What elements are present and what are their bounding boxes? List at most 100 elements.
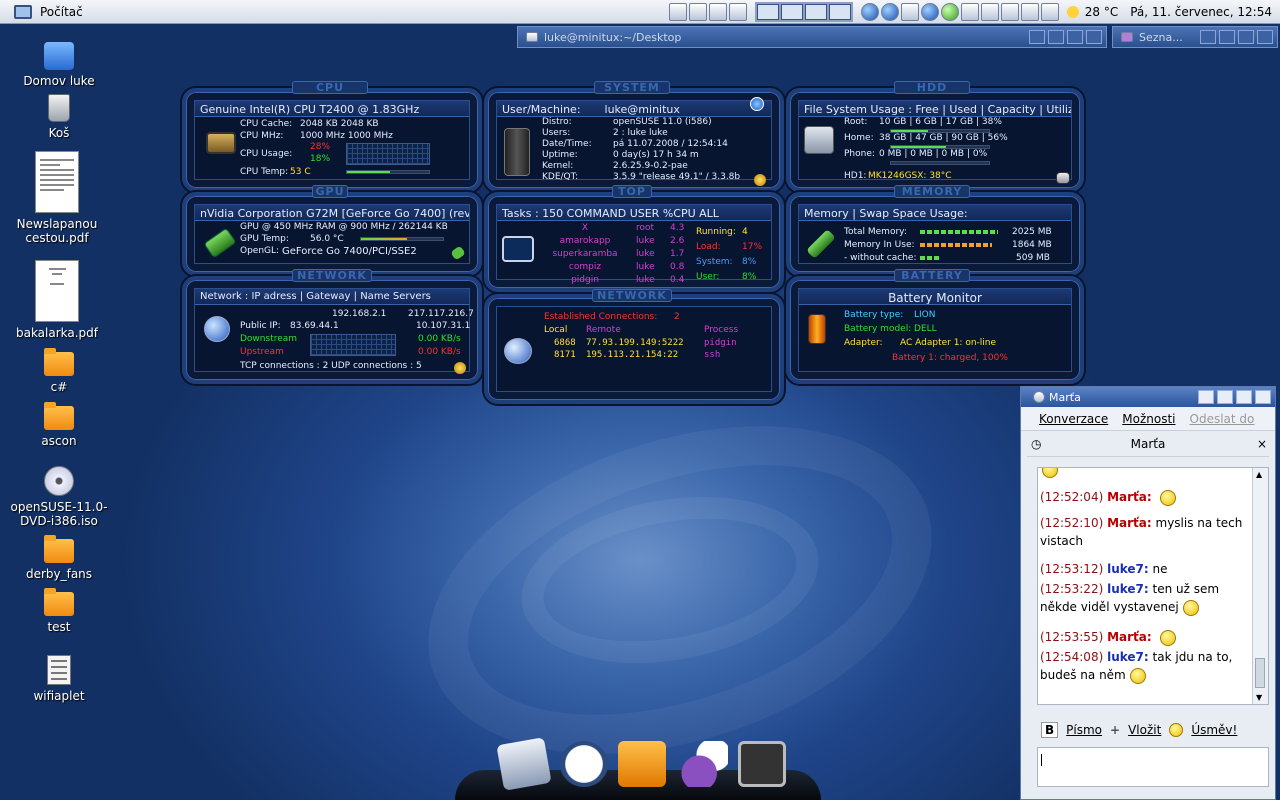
cpu-cache-value: 2048 KB 2048 KB [300,119,379,129]
desktop-icon-label: Koš [48,126,70,140]
scrollbar-thumb[interactable] [1255,658,1265,688]
message-input[interactable] [1037,747,1269,787]
established-connections-label: Established Connections: [544,312,658,322]
battery-model-label: Battery model: [844,324,912,334]
remote-column-header: Remote [586,325,621,335]
chat-tab[interactable]: ◷ Marťa × [1027,431,1269,457]
battery-type-label: Battery type: [844,310,904,320]
menu-options[interactable]: Možnosti [1122,412,1175,426]
menu-conversation[interactable]: Konverzace [1039,412,1108,426]
pager-desktop-4[interactable] [828,4,851,20]
notes-icon[interactable] [728,3,747,21]
tab-close-icon[interactable]: × [1257,431,1267,457]
konsole-task-button[interactable]: luke@minitux:~/Desktop [517,26,1107,48]
maximize-button[interactable] [1067,30,1083,44]
cpu-usage-graph [346,143,430,165]
network-icon[interactable] [980,3,999,21]
network-tag: NETWORK [292,269,372,282]
pager-desktop-1[interactable] [756,4,779,20]
hdd-tag: HDD [894,81,970,94]
desktop-icon-label: Newslapanou cestou.pdf [16,217,98,245]
chat-scrollbar[interactable]: ▲ ▼ [1252,468,1268,704]
minimize-button[interactable] [1219,30,1235,44]
cursor-icon[interactable] [1020,3,1039,21]
close-button[interactable] [1257,30,1273,44]
network-globe-icon[interactable] [860,3,879,21]
volume-icon[interactable] [1000,3,1019,21]
insert-button[interactable]: Vložit [1128,723,1161,737]
status-icon[interactable] [920,3,939,21]
smiley-icon [1159,489,1176,506]
device-icon[interactable] [688,3,707,21]
system-tray: 28 °C Pá, 11. červenec, 12:54 [668,0,1280,24]
desktop-pager[interactable] [754,2,853,22]
desktop-icon-folder[interactable]: derby_fans [4,535,114,581]
desktop-icon-pdf[interactable]: bakalarka.pdf [2,260,112,340]
smiley-button[interactable]: Úsměv! [1191,723,1237,737]
clock-icon[interactable] [560,741,608,787]
desktop-icon-folder[interactable]: ascon [4,402,114,448]
opengl-value: GeForce Go 7400/PCI/SSE2 [282,246,417,257]
minimize-button[interactable] [1048,30,1064,44]
chat-log[interactable]: (12:52:04) Marťa: (12:52:10) Marťa: mysl… [1037,467,1269,705]
pidgin-task-button[interactable]: Sezna... [1112,26,1278,48]
device-icon[interactable] [708,3,727,21]
pidgin-icon[interactable] [680,741,728,787]
folder-icon [44,588,74,616]
top-tag: TOP [612,185,652,198]
desktop-icon-text[interactable]: wifiaplet [4,655,114,703]
restore-button[interactable] [1217,390,1233,404]
battery-header: Battery Monitor [799,289,1071,305]
network-settings-icon[interactable] [454,362,466,374]
message-timestamp: (12:52:04) [1040,490,1104,504]
settings-gear-icon[interactable] [754,174,766,186]
folder-icon[interactable] [618,741,666,787]
clipboard-icon[interactable] [960,3,979,21]
public-ip-label: Public IP: [240,321,281,331]
desktop-icon-iso[interactable]: openSUSE-11.0-DVD-i386.iso [4,466,114,528]
close-button[interactable] [1255,390,1271,404]
network-header: Network : IP adress | Gateway | Name Ser… [195,289,469,305]
cpu-temp-value: 53 C [290,167,311,177]
distro-label: Distro: [542,117,572,127]
uptime-value: 0 day(s) 17 h 34 m [613,150,699,160]
info-icon[interactable] [750,97,764,111]
newspaper-globe-icon[interactable] [496,737,552,791]
screenshot-icon[interactable] [1040,3,1059,21]
gpu-monitor: nVidia Corporation G72M [GeForce Go 7400… [182,192,482,276]
process-column-header: Process [704,325,739,335]
desktop-icon-pdf[interactable]: Newslapanou cestou.pdf [2,151,112,245]
distro-value: openSUSE 11.0 (i586) [613,117,712,127]
scroll-up-icon[interactable]: ▲ [1256,470,1262,479]
desktop-icon-trash[interactable]: Koš [4,94,114,140]
font-button[interactable]: Písmo [1066,723,1102,737]
connections-tag: NETWORK [592,289,672,302]
disk-settings-icon[interactable] [1056,172,1070,184]
desktop-icon-home[interactable]: Domov luke [4,42,114,88]
window-shade-button[interactable] [1200,30,1216,44]
online-status-icon[interactable] [940,3,959,21]
terminal-icon[interactable] [738,741,786,787]
browser-icon[interactable] [880,3,899,21]
weather-temperature[interactable]: 28 °C [1085,5,1118,19]
menu-send-to[interactable]: Odeslat do [1190,412,1255,426]
message-author: luke7: [1107,582,1149,596]
minimize-button[interactable] [1198,390,1214,404]
bold-icon[interactable]: B [1041,722,1059,738]
pager-desktop-2[interactable] [780,4,803,20]
maximize-button[interactable] [1236,390,1252,404]
tool-icon[interactable] [900,3,919,21]
scroll-down-icon[interactable]: ▼ [1256,693,1262,702]
maximize-button[interactable] [1238,30,1254,44]
pager-desktop-3[interactable] [804,4,827,20]
start-menu-button[interactable]: Počítač [0,4,83,19]
desktop-icon-folder[interactable]: test [4,588,114,634]
weather-sun-icon[interactable] [1066,6,1079,18]
folder-icon [44,348,74,376]
clock[interactable]: Pá, 11. červenec, 12:54 [1130,5,1272,19]
desktop-icon-folder[interactable]: c# [4,348,114,394]
chat-title-bar[interactable]: Marťa [1021,387,1275,407]
device-icon[interactable] [668,3,687,21]
window-shade-button[interactable] [1029,30,1045,44]
close-button[interactable] [1086,30,1102,44]
